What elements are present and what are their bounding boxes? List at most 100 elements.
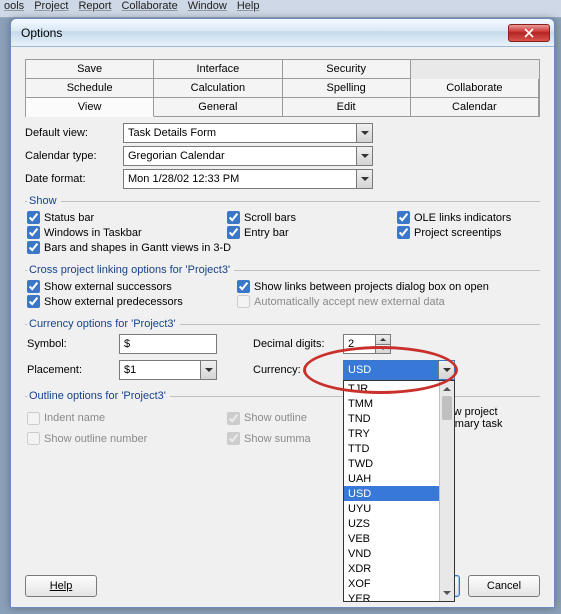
bars-3d-label: Bars and shapes in Gantt views in 3-D [44,242,231,254]
scroll-bars-check[interactable] [227,211,240,224]
windows-taskbar-label: Windows in Taskbar [44,227,142,239]
show-outline-number-label: Show outline number [44,433,147,445]
tab-view[interactable]: View [26,98,154,117]
menu-tools[interactable]: ools [4,0,24,17]
menu-project[interactable]: Project [34,0,68,17]
currency-option[interactable]: TRY [344,426,454,441]
auto-accept-label: Automatically accept new external data [254,296,445,308]
tab-strip: Save Interface Security Schedule Calcula… [25,59,540,117]
currency-option[interactable]: TTD [344,441,454,456]
currency-option[interactable]: XDR [344,561,454,576]
decimal-digits-label: Decimal digits: [253,338,343,350]
indent-name-check [27,412,40,425]
tab-calculation[interactable]: Calculation [154,79,282,98]
placement-combo[interactable]: $1 [119,360,217,380]
calendar-type-label: Calendar type: [25,150,117,162]
decimal-digits-input[interactable]: 2 [343,334,391,354]
menu-window[interactable]: Window [188,0,227,17]
tab-interface[interactable]: Interface [154,60,282,79]
currency-group-title: Currency options for 'Project3' [27,318,180,330]
scroll-up-icon[interactable] [440,381,454,396]
tab-spelling[interactable]: Spelling [283,79,411,98]
currency-option[interactable]: YER [344,591,454,602]
scrollbar[interactable] [439,381,454,601]
tab-general[interactable]: General [154,98,282,117]
currency-dropdown[interactable]: TJRTMMTNDTRYTTDTWDUAHUSDUYUUZSVEBVNDXDRX… [343,380,455,602]
currency-combo[interactable]: USD [343,360,455,380]
menu-help[interactable]: Help [237,0,260,17]
tab-save[interactable]: Save [26,60,154,79]
project-screentips-label: Project screentips [414,227,501,239]
placement-value: $1 [124,364,136,376]
chevron-down-icon [438,361,454,379]
currency-option[interactable]: UAH [344,471,454,486]
show-summa-label: Show summa [244,433,311,445]
show-links-dialog-label: Show links between projects dialog box o… [254,281,489,293]
currency-group: Currency options for 'Project3' Symbol: … [25,318,540,384]
symbol-value: $ [124,338,130,350]
default-view-label: Default view: [25,127,117,139]
titlebar: Options [11,19,554,47]
close-icon [524,28,534,38]
outline-group: Outline options for 'Project3' Indent na… [25,390,540,449]
menu-collaborate[interactable]: Collaborate [121,0,177,17]
show-outline-label: Show outline [244,412,307,424]
currency-option[interactable]: VND [344,546,454,561]
cross-project-title: Cross project linking options for 'Proje… [27,264,234,276]
symbol-input[interactable]: $ [119,334,217,354]
menu-report[interactable]: Report [78,0,111,17]
cross-project-group: Cross project linking options for 'Proje… [25,264,540,312]
project-screentips-check[interactable] [397,226,410,239]
show-outline-number-check [27,432,40,445]
close-button[interactable] [508,24,550,42]
default-view-combo[interactable]: Task Details Form [123,123,373,143]
show-links-dialog-check[interactable] [237,280,250,293]
entry-bar-label: Entry bar [244,227,289,239]
indent-name-label: Indent name [44,412,105,424]
tab-schedule[interactable]: Schedule [26,79,154,98]
currency-option[interactable]: VEB [344,531,454,546]
status-bar-check[interactable] [27,211,40,224]
date-format-combo[interactable]: Mon 1/28/02 12:33 PM [123,169,373,189]
entry-bar-check[interactable] [227,226,240,239]
ext-successors-check[interactable] [27,280,40,293]
help-button-label: Help [50,580,73,592]
spinner-icon[interactable] [375,335,390,353]
ole-links-label: OLE links indicators [414,212,511,224]
currency-option[interactable]: UYU [344,501,454,516]
show-group: Show Status bar Scroll bars OLE links in… [25,195,540,258]
show-group-title: Show [27,195,61,207]
calendar-type-combo[interactable]: Gregorian Calendar [123,146,373,166]
tab-security[interactable]: Security [283,60,411,79]
tab-calendar[interactable]: Calendar [411,98,539,117]
scroll-bars-label: Scroll bars [244,212,296,224]
scroll-thumb[interactable] [442,396,452,420]
currency-option[interactable]: XOF [344,576,454,591]
calendar-type-value: Gregorian Calendar [128,150,225,162]
chevron-down-icon [356,124,372,142]
currency-label: Currency: [253,364,343,376]
currency-option[interactable]: TJR [344,381,454,396]
currency-option[interactable]: TND [344,411,454,426]
currency-option[interactable]: UZS [344,516,454,531]
tab-collaborate[interactable]: Collaborate [411,79,539,98]
currency-option[interactable]: USD [344,486,454,501]
tab-edit[interactable]: Edit [283,98,411,117]
windows-taskbar-check[interactable] [27,226,40,239]
show-outline-check [227,412,240,425]
window-title: Options [21,26,508,40]
ext-successors-label: Show external successors [44,281,172,293]
currency-option[interactable]: TMM [344,396,454,411]
app-menubar: ools Project Report Collaborate Window H… [0,0,561,18]
bars-3d-check[interactable] [27,241,40,254]
currency-option[interactable]: TWD [344,456,454,471]
chevron-down-icon [356,147,372,165]
cancel-button[interactable]: Cancel [468,575,540,597]
ext-predecessors-label: Show external predecessors [44,296,183,308]
ole-links-check[interactable] [397,211,410,224]
help-button[interactable]: Help [25,575,97,597]
scroll-down-icon[interactable] [440,586,454,601]
decimal-digits-value: 2 [348,338,354,350]
ext-predecessors-check[interactable] [27,295,40,308]
options-dialog: Options Save Interface Security Schedule… [10,18,555,608]
